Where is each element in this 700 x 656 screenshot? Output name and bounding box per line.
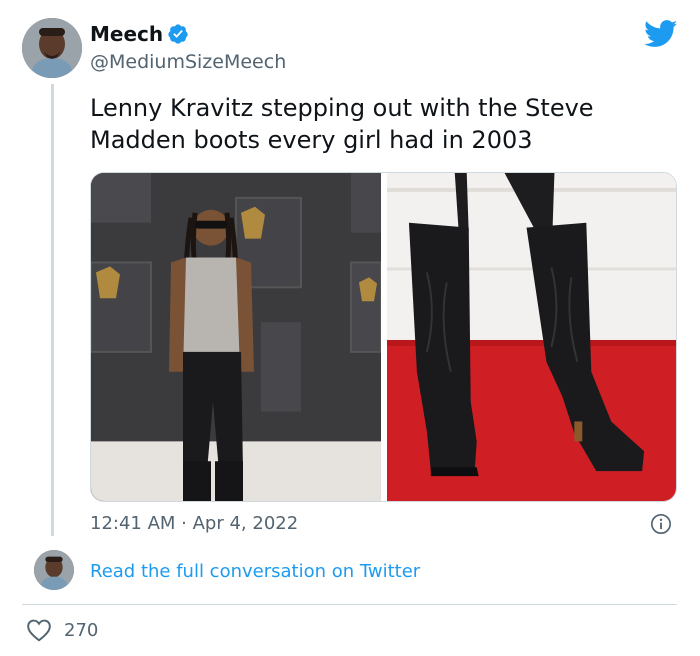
like-count: 270	[64, 620, 99, 641]
twitter-bird-icon[interactable]	[644, 20, 678, 48]
author-avatar[interactable]	[22, 18, 82, 78]
author-name[interactable]: Meech	[90, 22, 189, 46]
tweet-text: Lenny Kravitz stepping out with the Stev…	[90, 94, 594, 154]
photo-closeup-black-boots-icon	[387, 173, 676, 501]
divider	[22, 604, 677, 605]
author-avatar-small[interactable]	[34, 550, 74, 590]
tweet-timestamp[interactable]: 12:41 AM · Apr 4, 2022	[90, 512, 298, 536]
media-photo-left[interactable]	[91, 173, 381, 501]
heart-icon[interactable]	[26, 618, 52, 642]
photo-man-in-mesh-top-icon	[91, 173, 381, 501]
author-handle[interactable]: @MediumSizeMeech	[90, 50, 286, 74]
author-name-text[interactable]: Meech	[90, 22, 163, 46]
tweet-media[interactable]	[90, 172, 677, 502]
read-conversation-link[interactable]: Read the full conversation on Twitter	[90, 560, 420, 584]
media-photo-right[interactable]	[387, 173, 676, 501]
thread-line	[51, 84, 54, 536]
verified-badge-icon	[168, 24, 188, 44]
info-icon[interactable]	[650, 513, 672, 535]
